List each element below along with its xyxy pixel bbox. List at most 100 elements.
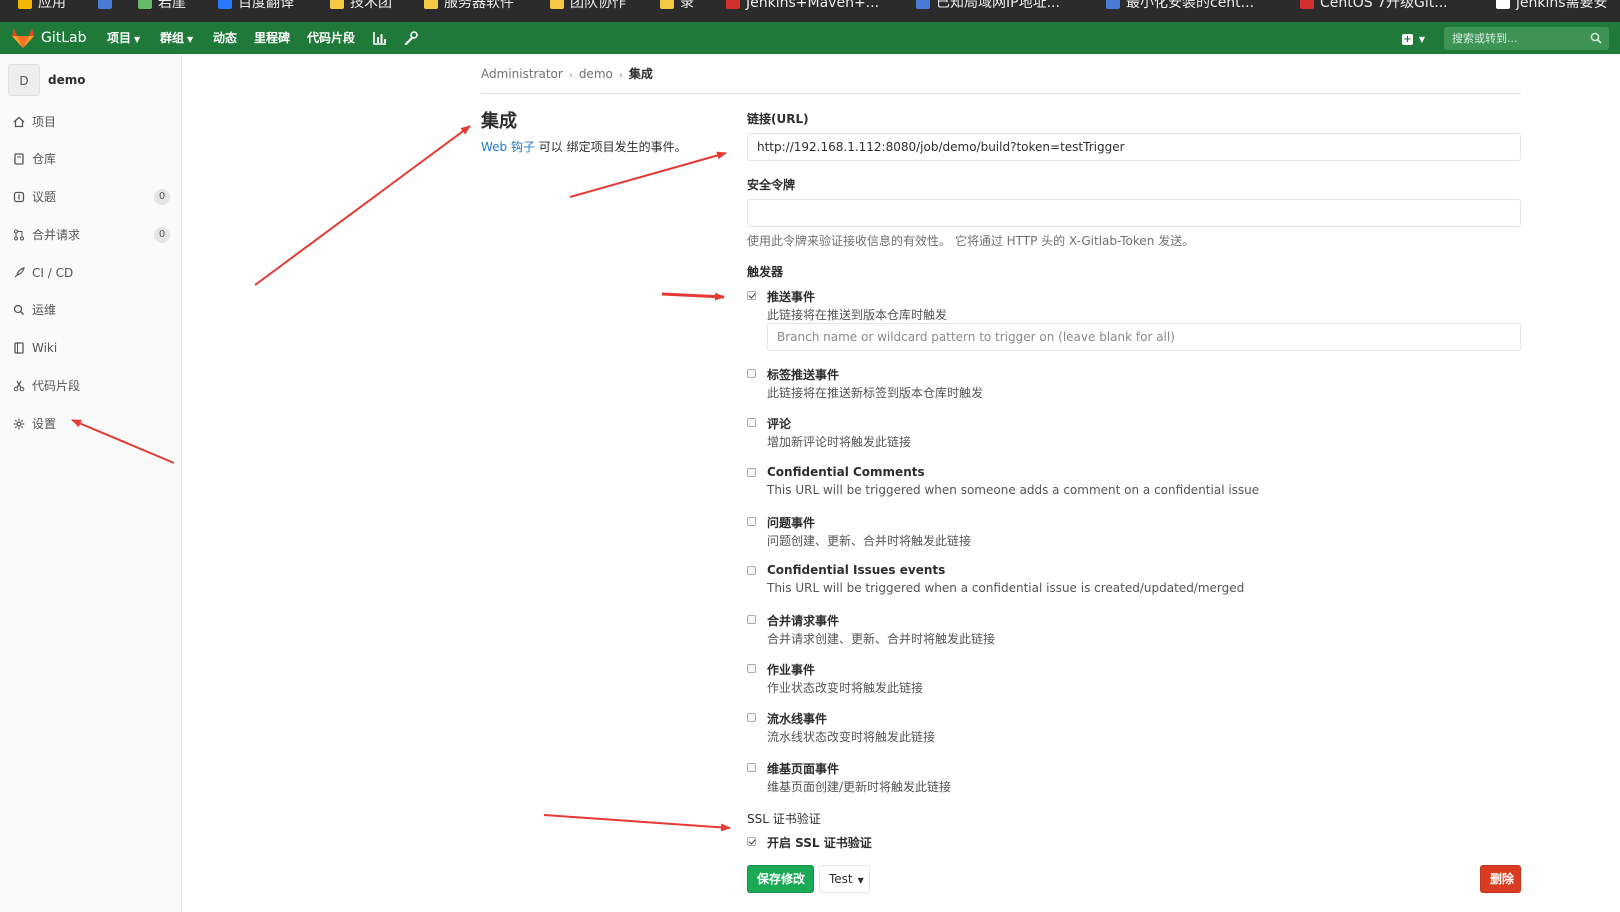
bookmark-9[interactable]: 已知局域网IP地址... xyxy=(916,0,1060,11)
apps-icon xyxy=(18,0,32,9)
sidebar-item-settings[interactable]: 设置 xyxy=(0,407,182,441)
bookmark-3[interactable]: 百度翻译 xyxy=(218,0,294,11)
bookmark-1[interactable] xyxy=(98,0,118,11)
trigger-name: 合并请求事件 xyxy=(767,614,840,628)
secret-token-input[interactable] xyxy=(747,199,1521,227)
sidebar-item-repository[interactable]: 仓库 xyxy=(0,142,182,176)
annotation-arrow xyxy=(661,292,725,301)
book-icon xyxy=(14,342,24,354)
bookmark-apps[interactable]: 应用 xyxy=(18,0,66,11)
breadcrumb-current[interactable]: 集成 xyxy=(629,64,653,84)
webhooks-link[interactable]: Web 钩子 xyxy=(481,140,535,154)
bookmark-2[interactable]: 岩崖 xyxy=(138,0,186,11)
ssl-verification-option: 开启 SSL 证书验证 xyxy=(747,834,1527,852)
tag-push-events-checkbox[interactable] xyxy=(747,369,756,378)
trigger-name: 作业事件 xyxy=(767,663,816,677)
chart-icon[interactable] xyxy=(373,31,387,45)
sidebar-item-label: 项目 xyxy=(32,115,57,129)
project-avatar: D xyxy=(8,64,40,96)
confidential-comments-checkbox[interactable] xyxy=(747,468,756,477)
sidebar-item-ci-cd[interactable]: CI / CD xyxy=(0,256,182,290)
bookmark-4[interactable]: 技术团 xyxy=(330,0,392,11)
ssl-verification-checkbox[interactable] xyxy=(747,837,756,846)
sidebar-item-project[interactable]: 项目 xyxy=(0,105,182,139)
push-events-checkbox[interactable] xyxy=(747,291,756,300)
sidebar-item-label: 议题 xyxy=(32,190,57,204)
issues-events-checkbox[interactable] xyxy=(747,517,756,526)
sidebar-item-label: 合并请求 xyxy=(32,228,81,242)
test-dropdown-button[interactable]: Test ▼ xyxy=(819,865,870,893)
site-icon xyxy=(218,0,232,9)
sidebar-item-wiki[interactable]: Wiki xyxy=(0,331,182,365)
plus-square-icon: + xyxy=(1402,34,1413,45)
chevron-right-icon: › xyxy=(618,70,623,81)
site-icon xyxy=(1106,0,1120,9)
url-label: 链接(URL) xyxy=(747,112,809,126)
issues-icon xyxy=(13,191,25,203)
delete-button[interactable]: 删除 xyxy=(1480,865,1521,893)
sidebar-item-issues[interactable]: 议题 0 xyxy=(0,180,182,214)
breadcrumb-root[interactable]: Administrator xyxy=(481,64,563,84)
trigger-description: 流水线状态改变时将触发此链接 xyxy=(767,730,936,744)
trigger-name: 流水线事件 xyxy=(767,712,828,726)
wrench-icon[interactable] xyxy=(404,31,418,45)
bookmark-8[interactable]: Jenkins+Maven+... xyxy=(726,0,879,11)
merge-request-events-checkbox[interactable] xyxy=(747,615,756,624)
site-icon xyxy=(98,0,112,9)
gitlab-logo-icon[interactable] xyxy=(12,28,34,48)
folder-icon xyxy=(550,0,564,9)
sidebar-item-merge-requests[interactable]: 合并请求 0 xyxy=(0,218,182,252)
trigger-confidential-issues-events: Confidential Issues events This URL will… xyxy=(747,563,1527,601)
scissors-icon xyxy=(13,380,25,392)
trigger-confidential-comments: Confidential Comments This URL will be t… xyxy=(747,465,1527,503)
trigger-description: 此链接将在推送到版本仓库时触发 xyxy=(767,308,948,322)
bookmark-5[interactable]: 服务器软件 xyxy=(424,0,514,11)
trigger-name: Confidential Comments xyxy=(767,465,925,479)
nav-milestones[interactable]: 里程碑 xyxy=(254,22,290,54)
trigger-name: 推送事件 xyxy=(767,290,816,304)
page-description: Web 钩子 可以 绑定项目发生的事件。 xyxy=(481,138,687,155)
sidebar-item-operations[interactable]: 运维 xyxy=(0,293,182,327)
nav-projects[interactable]: 项目 ▼ xyxy=(107,22,140,54)
bookmark-7[interactable]: 录 xyxy=(660,0,694,11)
branch-filter-input[interactable]: Branch name or wildcard pattern to trigg… xyxy=(767,323,1521,351)
bookmark-11[interactable]: CentOS 7升级Git... xyxy=(1300,0,1448,11)
chevron-down-icon: ▼ xyxy=(134,35,141,44)
sidebar-item-snippets[interactable]: 代码片段 xyxy=(0,369,182,403)
sidebar-item-label: 代码片段 xyxy=(32,379,81,393)
folder-icon xyxy=(330,0,344,9)
site-icon xyxy=(726,0,740,9)
new-item-button[interactable]: + ▼ xyxy=(1402,31,1425,45)
breadcrumb-project[interactable]: demo xyxy=(579,64,613,84)
url-input[interactable]: http://192.168.1.112:8080/job/demo/build… xyxy=(747,133,1521,161)
trigger-name: 评论 xyxy=(767,417,792,431)
pipeline-events-checkbox[interactable] xyxy=(747,713,756,722)
repository-icon xyxy=(14,153,24,165)
ssl-verification-label: SSL 证书验证 xyxy=(747,812,821,826)
search-input[interactable]: 搜索或转到... xyxy=(1444,27,1609,50)
rocket-icon xyxy=(14,267,25,278)
brand-name[interactable]: GitLab xyxy=(41,22,87,54)
bookmark-6[interactable]: 团队协作 xyxy=(550,0,626,11)
breadcrumb: Administrator › demo › 集成 xyxy=(481,64,1521,94)
annotation-arrow xyxy=(543,814,731,832)
annotation-arrow xyxy=(569,151,727,198)
trigger-wiki-page-events: 维基页面事件 维基页面创建/更新时将触发此链接 xyxy=(747,760,1527,798)
nav-snippets[interactable]: 代码片段 xyxy=(307,22,355,54)
secret-token-label: 安全令牌 xyxy=(747,178,796,192)
site-icon xyxy=(1496,0,1510,9)
page-description-text: 可以 绑定项目发生的事件。 xyxy=(534,140,687,154)
trigger-job-events: 作业事件 作业状态改变时将触发此链接 xyxy=(747,661,1527,699)
comments-checkbox[interactable] xyxy=(747,418,756,427)
nav-groups[interactable]: 群组 ▼ xyxy=(160,22,193,54)
save-changes-button[interactable]: 保存修改 xyxy=(747,865,814,893)
bookmark-10[interactable]: 最小化安装的cent... xyxy=(1106,0,1254,11)
trigger-push-events: 推送事件 此链接将在推送到版本仓库时触发 xyxy=(747,288,1527,326)
bookmark-12[interactable]: jenkins需要安 xyxy=(1496,0,1608,11)
job-events-checkbox[interactable] xyxy=(747,664,756,673)
nav-groups-label: 群组 xyxy=(160,31,185,45)
confidential-issues-events-checkbox[interactable] xyxy=(747,566,756,575)
folder-icon xyxy=(424,0,438,9)
wiki-page-events-checkbox[interactable] xyxy=(747,763,756,772)
nav-activity[interactable]: 动态 xyxy=(213,22,237,54)
